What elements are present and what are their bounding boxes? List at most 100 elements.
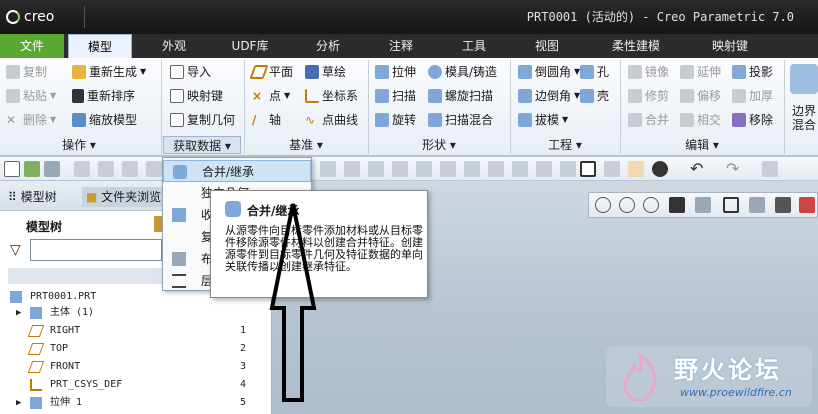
zoom-in-icon[interactable]	[619, 197, 635, 213]
tab-model-tree[interactable]: ⠿ 模型树	[8, 187, 57, 207]
revolve-button[interactable]: 旋转	[375, 110, 416, 130]
saved-orientations-icon[interactable]	[723, 197, 739, 213]
tab-appearance[interactable]: 外观	[142, 34, 206, 58]
tree-row-body[interactable]: ▶ 主体 (1)	[0, 304, 272, 322]
helical-sweep-button[interactable]: 螺旋扫描	[428, 86, 493, 106]
expand-icon[interactable]: ▶	[16, 304, 21, 322]
shell-button[interactable]: 壳	[580, 86, 609, 106]
tab-folder-browser[interactable]: ■ 文件夹浏览	[82, 187, 168, 207]
save-icon[interactable]	[44, 161, 60, 177]
remove-button[interactable]: 移除	[732, 110, 773, 130]
camera-icon[interactable]	[775, 197, 791, 213]
refit-icon[interactable]	[98, 161, 114, 177]
zoom-icon[interactable]	[122, 161, 138, 177]
tree-row-top[interactable]: TOP 2	[0, 340, 272, 358]
trim-button[interactable]: 修剪	[628, 86, 669, 106]
swept-blend-button[interactable]: 扫描混合	[428, 110, 493, 130]
datum-display-filter-icon[interactable]	[799, 197, 815, 213]
group-label-shapes[interactable]: 形状 ▾	[370, 136, 508, 154]
tree-row-right[interactable]: RIGHT 1	[0, 322, 272, 340]
open-icon[interactable]	[24, 161, 40, 177]
display-style-icon[interactable]	[392, 161, 408, 177]
zoom-out-icon[interactable]	[643, 197, 659, 213]
hand-icon[interactable]	[628, 161, 644, 177]
thicken-button[interactable]: 加厚	[732, 86, 773, 106]
appearance-icon[interactable]	[536, 161, 552, 177]
windows-icon[interactable]	[580, 161, 596, 177]
select-icon[interactable]	[604, 161, 620, 177]
tab-view[interactable]: 视图	[515, 34, 579, 58]
tree-row-front[interactable]: FRONT 3	[0, 358, 272, 376]
display-style-view-icon[interactable]	[695, 197, 711, 213]
zoom-model-button[interactable]: 缩放模型	[72, 110, 137, 130]
menu-item-merge-inheritance[interactable]: 合并/继承	[163, 160, 311, 182]
group-label-datum[interactable]: 基准 ▾	[247, 136, 365, 154]
boundary-blend-button[interactable]: 边界 混合	[792, 104, 816, 132]
merge-button[interactable]: 合并	[628, 110, 669, 130]
perspective-icon[interactable]	[464, 161, 480, 177]
new-icon[interactable]	[4, 161, 20, 177]
layer-icon[interactable]	[512, 161, 528, 177]
view-orient-icon[interactable]	[344, 161, 360, 177]
extrude-button[interactable]: 拉伸	[375, 62, 416, 82]
extrude-icon	[375, 65, 389, 79]
sketch-button[interactable]: 草绘	[305, 62, 346, 82]
paste-button[interactable]: 粘贴 ▼	[6, 86, 56, 106]
view-manager-view-icon[interactable]	[749, 197, 765, 213]
hole-button[interactable]: 孔	[580, 62, 609, 82]
round-button[interactable]: 倒圆角 ▼	[518, 62, 580, 82]
tab-model[interactable]: 模型	[68, 34, 132, 58]
spin-center-icon[interactable]	[440, 161, 456, 177]
reorder-button[interactable]: 重新排序	[72, 86, 135, 106]
section-icon[interactable]	[488, 161, 504, 177]
mold-casting-button[interactable]: 模具/铸造	[428, 62, 497, 82]
regenerate-quick-icon[interactable]	[560, 161, 576, 177]
project-button[interactable]: 投影	[732, 62, 773, 82]
pan-icon[interactable]	[146, 161, 162, 177]
repaint-icon[interactable]	[74, 161, 90, 177]
tree-filter-input[interactable]	[30, 239, 162, 261]
copy-button[interactable]: 复制	[6, 62, 47, 82]
refit-view-icon[interactable]	[595, 197, 611, 213]
curve-through-points-button[interactable]: ∿ 点曲线	[305, 110, 358, 130]
group-label-engineering[interactable]: 工程 ▾	[512, 136, 618, 154]
tab-mapkeys[interactable]: 映射键	[698, 34, 762, 58]
tree-row-extrude[interactable]: ▶ 拉伸 1 5	[0, 394, 272, 412]
offset-button[interactable]: 偏移	[680, 86, 721, 106]
filter-icon[interactable]: ▽	[10, 242, 21, 258]
redo-icon[interactable]: ↷	[726, 159, 739, 178]
chamfer-button[interactable]: 边倒角 ▼	[518, 86, 580, 106]
regenerate-button[interactable]: 重新生成 ▼	[72, 62, 146, 82]
close-window-icon[interactable]	[762, 161, 778, 177]
tree-row-csys[interactable]: PRT_CSYS_DEF 4	[0, 376, 272, 394]
draft-button[interactable]: 拔模 ▼	[518, 110, 568, 130]
delete-button[interactable]: ✕ 删除 ▼	[6, 110, 56, 130]
import-button[interactable]: 导入	[170, 62, 211, 82]
group-label-editing[interactable]: 编辑 ▾	[622, 136, 782, 154]
intersect-button[interactable]: 相交	[680, 110, 721, 130]
view-manager-icon[interactable]	[368, 161, 384, 177]
repaint-view-icon[interactable]	[669, 197, 685, 213]
datum-display-icon[interactable]	[320, 161, 336, 177]
expand-icon[interactable]: ▶	[16, 394, 21, 412]
axis-button[interactable]: / 轴	[252, 110, 281, 130]
sphere-icon[interactable]	[652, 161, 668, 177]
group-label-get-data[interactable]: 获取数据 ▾	[163, 136, 241, 154]
point-button[interactable]: × 点 ▼	[252, 86, 290, 106]
tab-analysis[interactable]: 分析	[296, 34, 360, 58]
copy-geometry-button[interactable]: 复制几何	[170, 110, 235, 130]
tab-tools[interactable]: 工具	[442, 34, 506, 58]
mapkey-button[interactable]: 映射键	[170, 86, 223, 106]
extend-button[interactable]: 延伸	[680, 62, 721, 82]
undo-icon[interactable]: ↶	[690, 159, 703, 178]
tab-file[interactable]: 文件	[0, 34, 64, 58]
plane-button[interactable]: 平面	[249, 62, 293, 82]
tab-udf-library[interactable]: UDF库	[218, 34, 282, 58]
tab-flexible-modeling[interactable]: 柔性建模	[596, 34, 676, 58]
sweep-button[interactable]: 扫描	[375, 86, 416, 106]
coordinate-system-button[interactable]: 坐标系	[305, 86, 358, 106]
mirror-button[interactable]: 镜像	[628, 62, 669, 82]
group-label-operations[interactable]: 操作 ▾	[0, 136, 158, 154]
tab-annotate[interactable]: 注释	[369, 34, 433, 58]
annotation-display-icon[interactable]	[416, 161, 432, 177]
